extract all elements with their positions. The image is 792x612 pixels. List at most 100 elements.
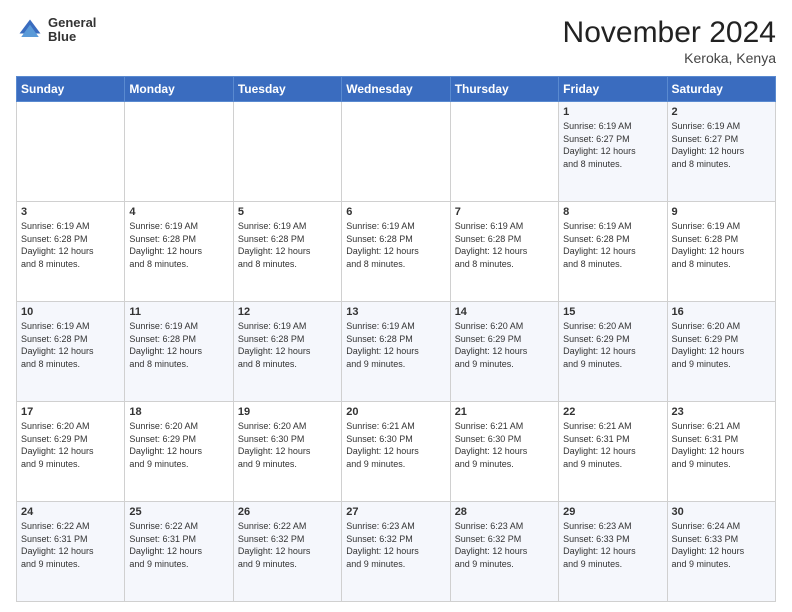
day-number: 1 [563, 106, 662, 118]
calendar-cell [17, 102, 125, 202]
day-info: Sunrise: 6:19 AM Sunset: 6:28 PM Dayligh… [672, 220, 771, 270]
day-info: Sunrise: 6:21 AM Sunset: 6:30 PM Dayligh… [346, 420, 445, 470]
day-number: 5 [238, 206, 337, 218]
header: General Blue November 2024 Keroka, Kenya [16, 16, 776, 66]
calendar-header-row: SundayMondayTuesdayWednesdayThursdayFrid… [17, 77, 776, 102]
calendar-cell: 11 Sunrise: 6:19 AM Sunset: 6:28 PM Dayli… [125, 302, 233, 402]
day-info: Sunrise: 6:20 AM Sunset: 6:29 PM Dayligh… [672, 320, 771, 370]
calendar-cell: 3 Sunrise: 6:19 AM Sunset: 6:28 PM Daylig… [17, 202, 125, 302]
calendar-week-row: 17 Sunrise: 6:20 AM Sunset: 6:29 PM Dayli… [17, 402, 776, 502]
day-number: 2 [672, 106, 771, 118]
calendar-cell: 5Sunrise: 6:19 AM Sunset: 6:28 PM Daylig… [233, 202, 341, 302]
day-number: 23 [672, 406, 771, 418]
calendar-cell: 28 Sunrise: 6:23 AM Sunset: 6:32 PM Dayli… [450, 502, 558, 602]
day-number: 12 [238, 306, 337, 318]
calendar-cell: 15 Sunrise: 6:20 AM Sunset: 6:29 PM Dayli… [559, 302, 667, 402]
calendar-cell: 18 Sunrise: 6:20 AM Sunset: 6:29 PM Dayli… [125, 402, 233, 502]
day-number: 18 [129, 406, 228, 418]
calendar-header-wednesday: Wednesday [342, 77, 450, 102]
day-info: Sunrise: 6:22 AM Sunset: 6:32 PM Dayligh… [238, 520, 337, 570]
day-info: Sunrise: 6:19 AM Sunset: 6:27 PM Dayligh… [672, 120, 771, 170]
calendar-cell [450, 102, 558, 202]
day-number: 10 [21, 306, 120, 318]
day-info: Sunrise: 6:19 AM Sunset: 6:28 PM Dayligh… [21, 320, 120, 370]
calendar-week-row: 24 Sunrise: 6:22 AM Sunset: 6:31 PM Dayli… [17, 502, 776, 602]
calendar-cell [342, 102, 450, 202]
calendar-cell: 1 Sunrise: 6:19 AM Sunset: 6:27 PM Daylig… [559, 102, 667, 202]
calendar-cell: 6Sunrise: 6:19 AM Sunset: 6:28 PM Daylig… [342, 202, 450, 302]
logo-icon [16, 16, 44, 44]
day-number: 24 [21, 506, 120, 518]
calendar-cell: 27Sunrise: 6:23 AM Sunset: 6:32 PM Dayli… [342, 502, 450, 602]
day-number: 3 [21, 206, 120, 218]
calendar-cell: 20 Sunrise: 6:21 AM Sunset: 6:30 PM Dayli… [342, 402, 450, 502]
logo: General Blue [16, 16, 96, 45]
calendar-cell: 12Sunrise: 6:19 AM Sunset: 6:28 PM Dayli… [233, 302, 341, 402]
day-number: 19 [238, 406, 337, 418]
calendar-cell: 13 Sunrise: 6:19 AM Sunset: 6:28 PM Dayli… [342, 302, 450, 402]
calendar-header-saturday: Saturday [667, 77, 775, 102]
day-number: 8 [563, 206, 662, 218]
calendar-cell: 4Sunrise: 6:19 AM Sunset: 6:28 PM Daylig… [125, 202, 233, 302]
calendar-cell: 29 Sunrise: 6:23 AM Sunset: 6:33 PM Dayli… [559, 502, 667, 602]
day-number: 14 [455, 306, 554, 318]
day-number: 21 [455, 406, 554, 418]
day-info: Sunrise: 6:19 AM Sunset: 6:28 PM Dayligh… [21, 220, 120, 270]
day-number: 28 [455, 506, 554, 518]
day-number: 30 [672, 506, 771, 518]
logo-line1: General [48, 16, 96, 30]
calendar-cell: 17 Sunrise: 6:20 AM Sunset: 6:29 PM Dayli… [17, 402, 125, 502]
calendar-cell: 19 Sunrise: 6:20 AM Sunset: 6:30 PM Dayli… [233, 402, 341, 502]
calendar-week-row: 1 Sunrise: 6:19 AM Sunset: 6:27 PM Daylig… [17, 102, 776, 202]
calendar-week-row: 3 Sunrise: 6:19 AM Sunset: 6:28 PM Daylig… [17, 202, 776, 302]
calendar-header-monday: Monday [125, 77, 233, 102]
day-info: Sunrise: 6:19 AM Sunset: 6:28 PM Dayligh… [346, 320, 445, 370]
day-info: Sunrise: 6:20 AM Sunset: 6:29 PM Dayligh… [21, 420, 120, 470]
day-number: 16 [672, 306, 771, 318]
day-number: 20 [346, 406, 445, 418]
day-number: 27 [346, 506, 445, 518]
calendar-cell: 22Sunrise: 6:21 AM Sunset: 6:31 PM Dayli… [559, 402, 667, 502]
day-info: Sunrise: 6:21 AM Sunset: 6:31 PM Dayligh… [672, 420, 771, 470]
day-info: Sunrise: 6:19 AM Sunset: 6:28 PM Dayligh… [455, 220, 554, 270]
calendar-header-thursday: Thursday [450, 77, 558, 102]
day-number: 6 [346, 206, 445, 218]
day-info: Sunrise: 6:20 AM Sunset: 6:29 PM Dayligh… [455, 320, 554, 370]
day-number: 29 [563, 506, 662, 518]
calendar-cell [233, 102, 341, 202]
calendar: SundayMondayTuesdayWednesdayThursdayFrid… [16, 76, 776, 602]
calendar-header-friday: Friday [559, 77, 667, 102]
day-info: Sunrise: 6:20 AM Sunset: 6:29 PM Dayligh… [563, 320, 662, 370]
calendar-cell: 21 Sunrise: 6:21 AM Sunset: 6:30 PM Dayli… [450, 402, 558, 502]
day-number: 26 [238, 506, 337, 518]
day-info: Sunrise: 6:22 AM Sunset: 6:31 PM Dayligh… [129, 520, 228, 570]
calendar-header-tuesday: Tuesday [233, 77, 341, 102]
page: General Blue November 2024 Keroka, Kenya… [0, 0, 792, 612]
day-info: Sunrise: 6:19 AM Sunset: 6:28 PM Dayligh… [129, 320, 228, 370]
title-block: November 2024 Keroka, Kenya [563, 16, 776, 66]
day-number: 9 [672, 206, 771, 218]
day-info: Sunrise: 6:20 AM Sunset: 6:29 PM Dayligh… [129, 420, 228, 470]
day-number: 22 [563, 406, 662, 418]
day-number: 13 [346, 306, 445, 318]
day-number: 25 [129, 506, 228, 518]
day-number: 4 [129, 206, 228, 218]
day-number: 17 [21, 406, 120, 418]
calendar-cell: 25 Sunrise: 6:22 AM Sunset: 6:31 PM Dayli… [125, 502, 233, 602]
day-info: Sunrise: 6:24 AM Sunset: 6:33 PM Dayligh… [672, 520, 771, 570]
calendar-cell: 2 Sunrise: 6:19 AM Sunset: 6:27 PM Daylig… [667, 102, 775, 202]
calendar-cell: 14 Sunrise: 6:20 AM Sunset: 6:29 PM Dayli… [450, 302, 558, 402]
day-info: Sunrise: 6:23 AM Sunset: 6:33 PM Dayligh… [563, 520, 662, 570]
day-number: 15 [563, 306, 662, 318]
calendar-cell: 23 Sunrise: 6:21 AM Sunset: 6:31 PM Dayli… [667, 402, 775, 502]
calendar-cell: 24Sunrise: 6:22 AM Sunset: 6:31 PM Dayli… [17, 502, 125, 602]
calendar-cell: 30 Sunrise: 6:24 AM Sunset: 6:33 PM Dayli… [667, 502, 775, 602]
day-info: Sunrise: 6:19 AM Sunset: 6:27 PM Dayligh… [563, 120, 662, 170]
calendar-cell: 16 Sunrise: 6:20 AM Sunset: 6:29 PM Dayli… [667, 302, 775, 402]
day-number: 11 [129, 306, 228, 318]
day-info: Sunrise: 6:21 AM Sunset: 6:30 PM Dayligh… [455, 420, 554, 470]
calendar-cell: 9 Sunrise: 6:19 AM Sunset: 6:28 PM Daylig… [667, 202, 775, 302]
day-info: Sunrise: 6:20 AM Sunset: 6:30 PM Dayligh… [238, 420, 337, 470]
calendar-cell: 7Sunrise: 6:19 AM Sunset: 6:28 PM Daylig… [450, 202, 558, 302]
day-info: Sunrise: 6:23 AM Sunset: 6:32 PM Dayligh… [455, 520, 554, 570]
